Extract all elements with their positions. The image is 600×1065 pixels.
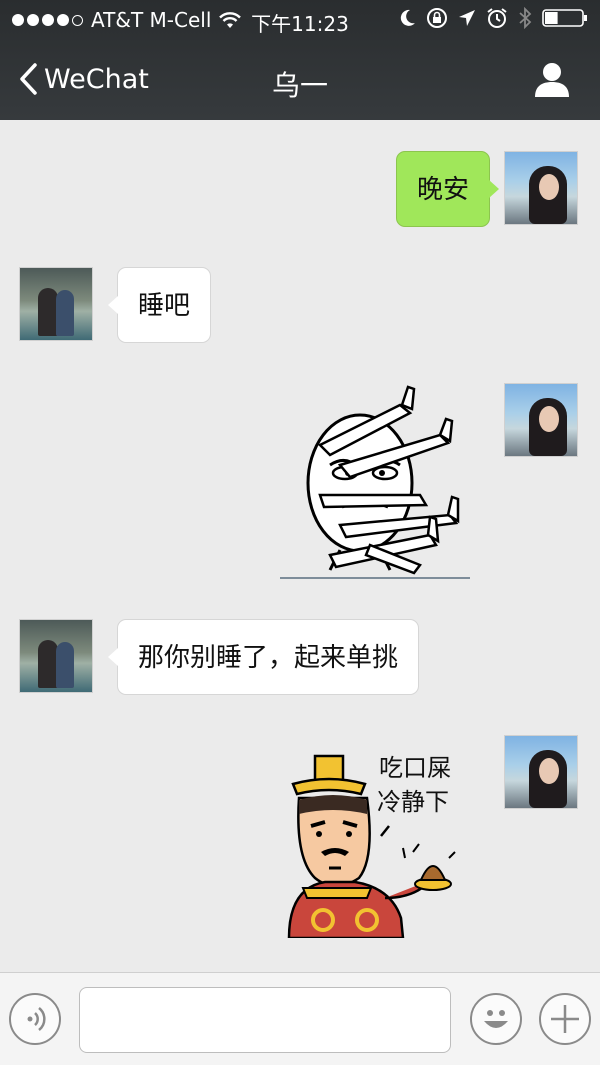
message-input[interactable] [79,987,451,1053]
navigation-bar: WeChat 乌一 [0,40,600,120]
plus-icon [551,1005,579,1033]
rage-face-sticker[interactable] [280,385,472,581]
emoji-button[interactable] [470,993,522,1045]
sticker-text-line-1: 吃口屎 [379,754,451,782]
incoming-message-bubble[interactable]: 睡吧 [107,267,212,343]
message-text: 那你别睡了，起来单挑 [138,643,399,673]
emoji-icon [484,1010,508,1028]
my-avatar[interactable] [504,151,578,225]
message-text: 晚安 [416,175,469,205]
location-icon [459,10,475,26]
battery-icon [542,9,587,27]
chat-info-button[interactable] [532,60,572,100]
sticker-text-line-2: 冷静下 [377,788,449,816]
add-button[interactable] [539,993,591,1045]
input-bar [0,972,600,1065]
voice-button[interactable] [9,993,61,1045]
chat-title: 乌一 [271,69,328,102]
alarm-icon [487,8,507,28]
status-bar: AT&T M-Cell 下午11:23 [0,0,600,40]
message-list[interactable]: 晚安 睡吧 那你别睡了，起来单挑 吃口屎 冷静下 [0,120,600,972]
top-bar: AT&T M-Cell 下午11:23 WeChat 乌一 [0,0,600,120]
voice-icon [27,1007,46,1031]
moon-icon [400,9,415,26]
contact-avatar[interactable] [19,267,93,341]
my-avatar[interactable] [504,383,578,457]
message-text: 睡吧 [138,291,191,321]
my-avatar[interactable] [504,735,578,809]
outgoing-message-bubble[interactable]: 晚安 [395,151,500,227]
contact-avatar[interactable] [19,619,93,693]
rotation-lock-icon [427,8,447,28]
profile-icon [535,63,569,97]
bluetooth-icon [519,7,532,29]
incoming-message-bubble[interactable]: 那你别睡了，起来单挑 [107,619,420,695]
emperor-sticker[interactable]: 吃口屎 冷静下 [285,748,475,938]
